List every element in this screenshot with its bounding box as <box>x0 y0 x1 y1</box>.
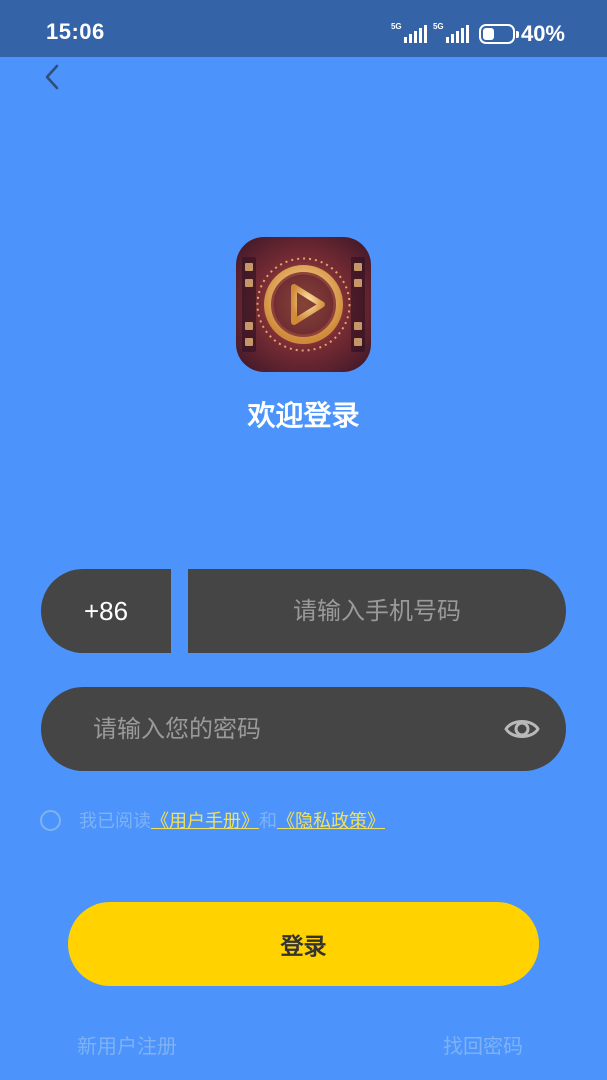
status-icons: 5G 5G 40% <box>391 19 565 49</box>
agreement-checkbox[interactable] <box>40 809 61 831</box>
welcome-title: 欢迎登录 <box>247 399 360 432</box>
phone-input-container <box>188 569 566 653</box>
signal-label: 5G <box>390 22 402 31</box>
password-input[interactable] <box>93 715 502 743</box>
phone-input[interactable] <box>188 597 566 625</box>
eye-icon <box>504 720 540 738</box>
toggle-password-visibility-button[interactable] <box>502 709 542 749</box>
privacy-policy-link[interactable]: 《隐私政策》 <box>277 807 385 833</box>
user-manual-link[interactable]: 《用户手册》 <box>151 807 259 833</box>
chevron-left-icon <box>45 64 59 90</box>
battery-percent: 40% <box>520 21 565 46</box>
battery-icon <box>478 24 519 44</box>
register-link[interactable]: 新用户注册 <box>77 1030 177 1059</box>
play-film-icon <box>242 257 365 352</box>
back-button[interactable] <box>36 60 70 94</box>
signal-5g-icon: 5G <box>433 23 469 45</box>
signal-5g-icon: 5G <box>391 23 427 45</box>
agreement-conjunction: 和 <box>259 811 277 832</box>
app-logo <box>236 237 371 372</box>
status-bar: 15:06 5G 5G 40% <box>0 0 607 57</box>
password-input-container <box>41 687 566 771</box>
country-code-selector[interactable]: +86 <box>41 569 171 653</box>
forgot-password-link[interactable]: 找回密码 <box>443 1030 523 1059</box>
status-time: 15:06 <box>46 19 105 44</box>
agreement-row: 我已阅读 《用户手册》 和 《隐私政策》 <box>40 806 385 834</box>
login-button[interactable]: 登录 <box>68 902 539 986</box>
signal-label: 5G <box>432 22 444 31</box>
agreement-prefix: 我已阅读 <box>79 811 151 832</box>
